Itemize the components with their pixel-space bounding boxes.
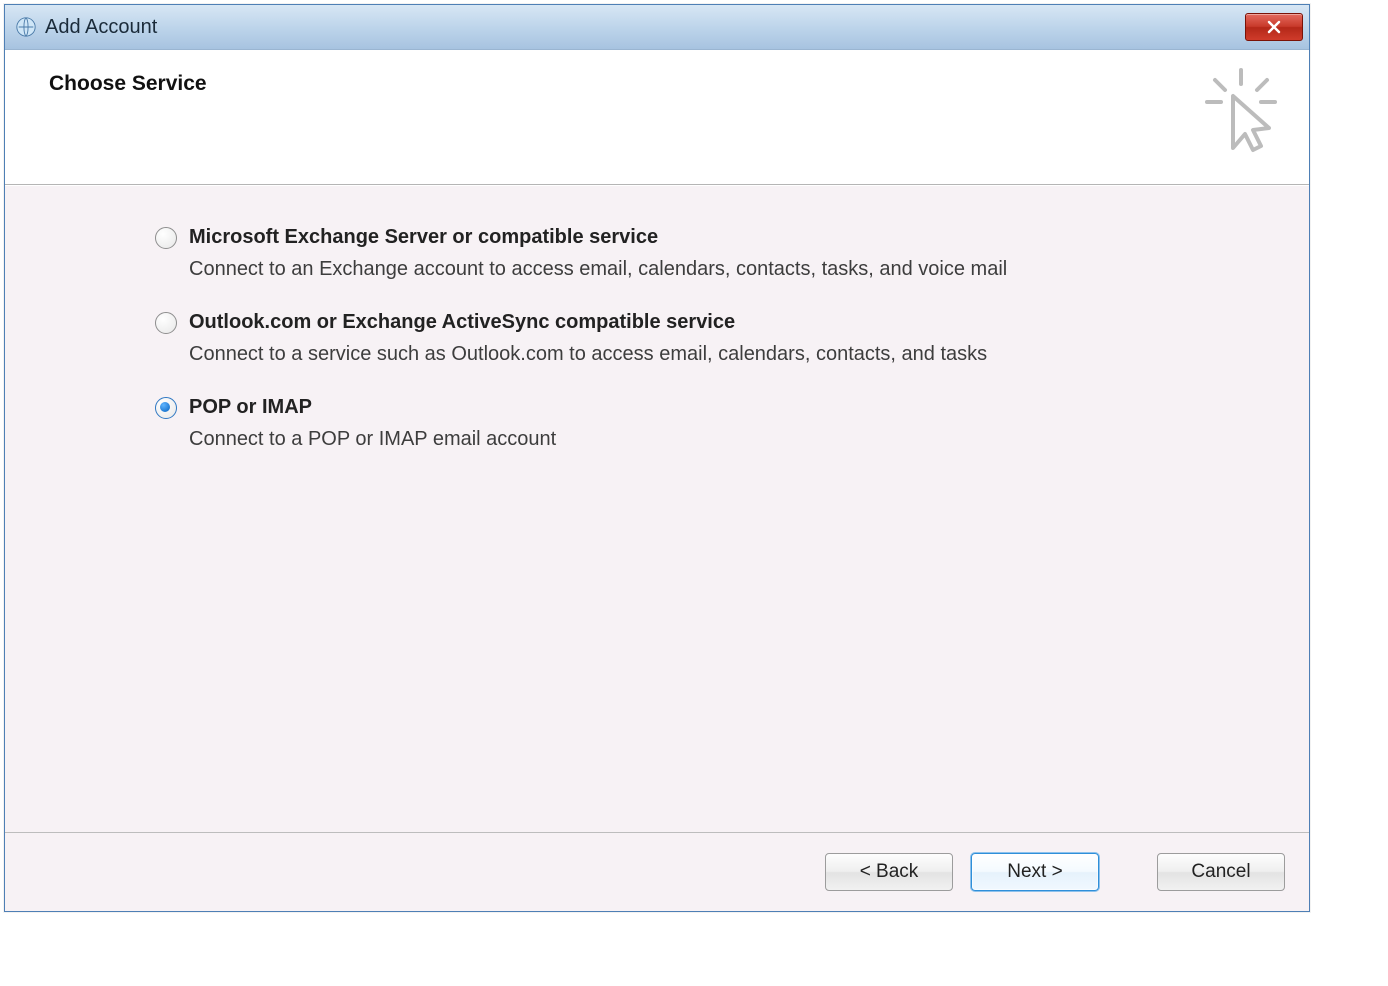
option-activesync-texts: Outlook.com or Exchange ActiveSync compa… [189, 309, 987, 368]
option-pop-imap-texts: POP or IMAP Connect to a POP or IMAP ema… [189, 394, 556, 453]
option-exchange-desc: Connect to an Exchange account to access… [189, 256, 1007, 283]
page-heading: Choose Service [49, 72, 1201, 96]
radio-pop-imap[interactable] [155, 397, 177, 419]
wizard-footer: < Back Next > Cancel [5, 832, 1309, 911]
option-exchange-texts: Microsoft Exchange Server or compatible … [189, 224, 1007, 283]
cursor-click-icon [1201, 66, 1281, 156]
option-exchange-title[interactable]: Microsoft Exchange Server or compatible … [189, 224, 1007, 250]
option-exchange: Microsoft Exchange Server or compatible … [155, 224, 1269, 283]
next-button[interactable]: Next > [971, 853, 1099, 891]
option-pop-imap: POP or IMAP Connect to a POP or IMAP ema… [155, 394, 1269, 453]
option-activesync: Outlook.com or Exchange ActiveSync compa… [155, 309, 1269, 368]
back-button[interactable]: < Back [825, 853, 953, 891]
app-icon [15, 16, 37, 38]
service-options: Microsoft Exchange Server or compatible … [5, 185, 1309, 832]
add-account-window: Add Account Choose Service [4, 4, 1310, 912]
radio-exchange[interactable] [155, 227, 177, 249]
close-button[interactable] [1245, 13, 1303, 41]
radio-activesync[interactable] [155, 312, 177, 334]
option-pop-imap-title[interactable]: POP or IMAP [189, 394, 556, 420]
wizard-header: Choose Service [5, 50, 1309, 185]
window-title: Add Account [45, 16, 1245, 39]
titlebar: Add Account [5, 5, 1309, 50]
option-activesync-desc: Connect to a service such as Outlook.com… [189, 341, 987, 368]
cancel-button[interactable]: Cancel [1157, 853, 1285, 891]
option-pop-imap-desc: Connect to a POP or IMAP email account [189, 426, 556, 453]
option-activesync-title[interactable]: Outlook.com or Exchange ActiveSync compa… [189, 309, 987, 335]
